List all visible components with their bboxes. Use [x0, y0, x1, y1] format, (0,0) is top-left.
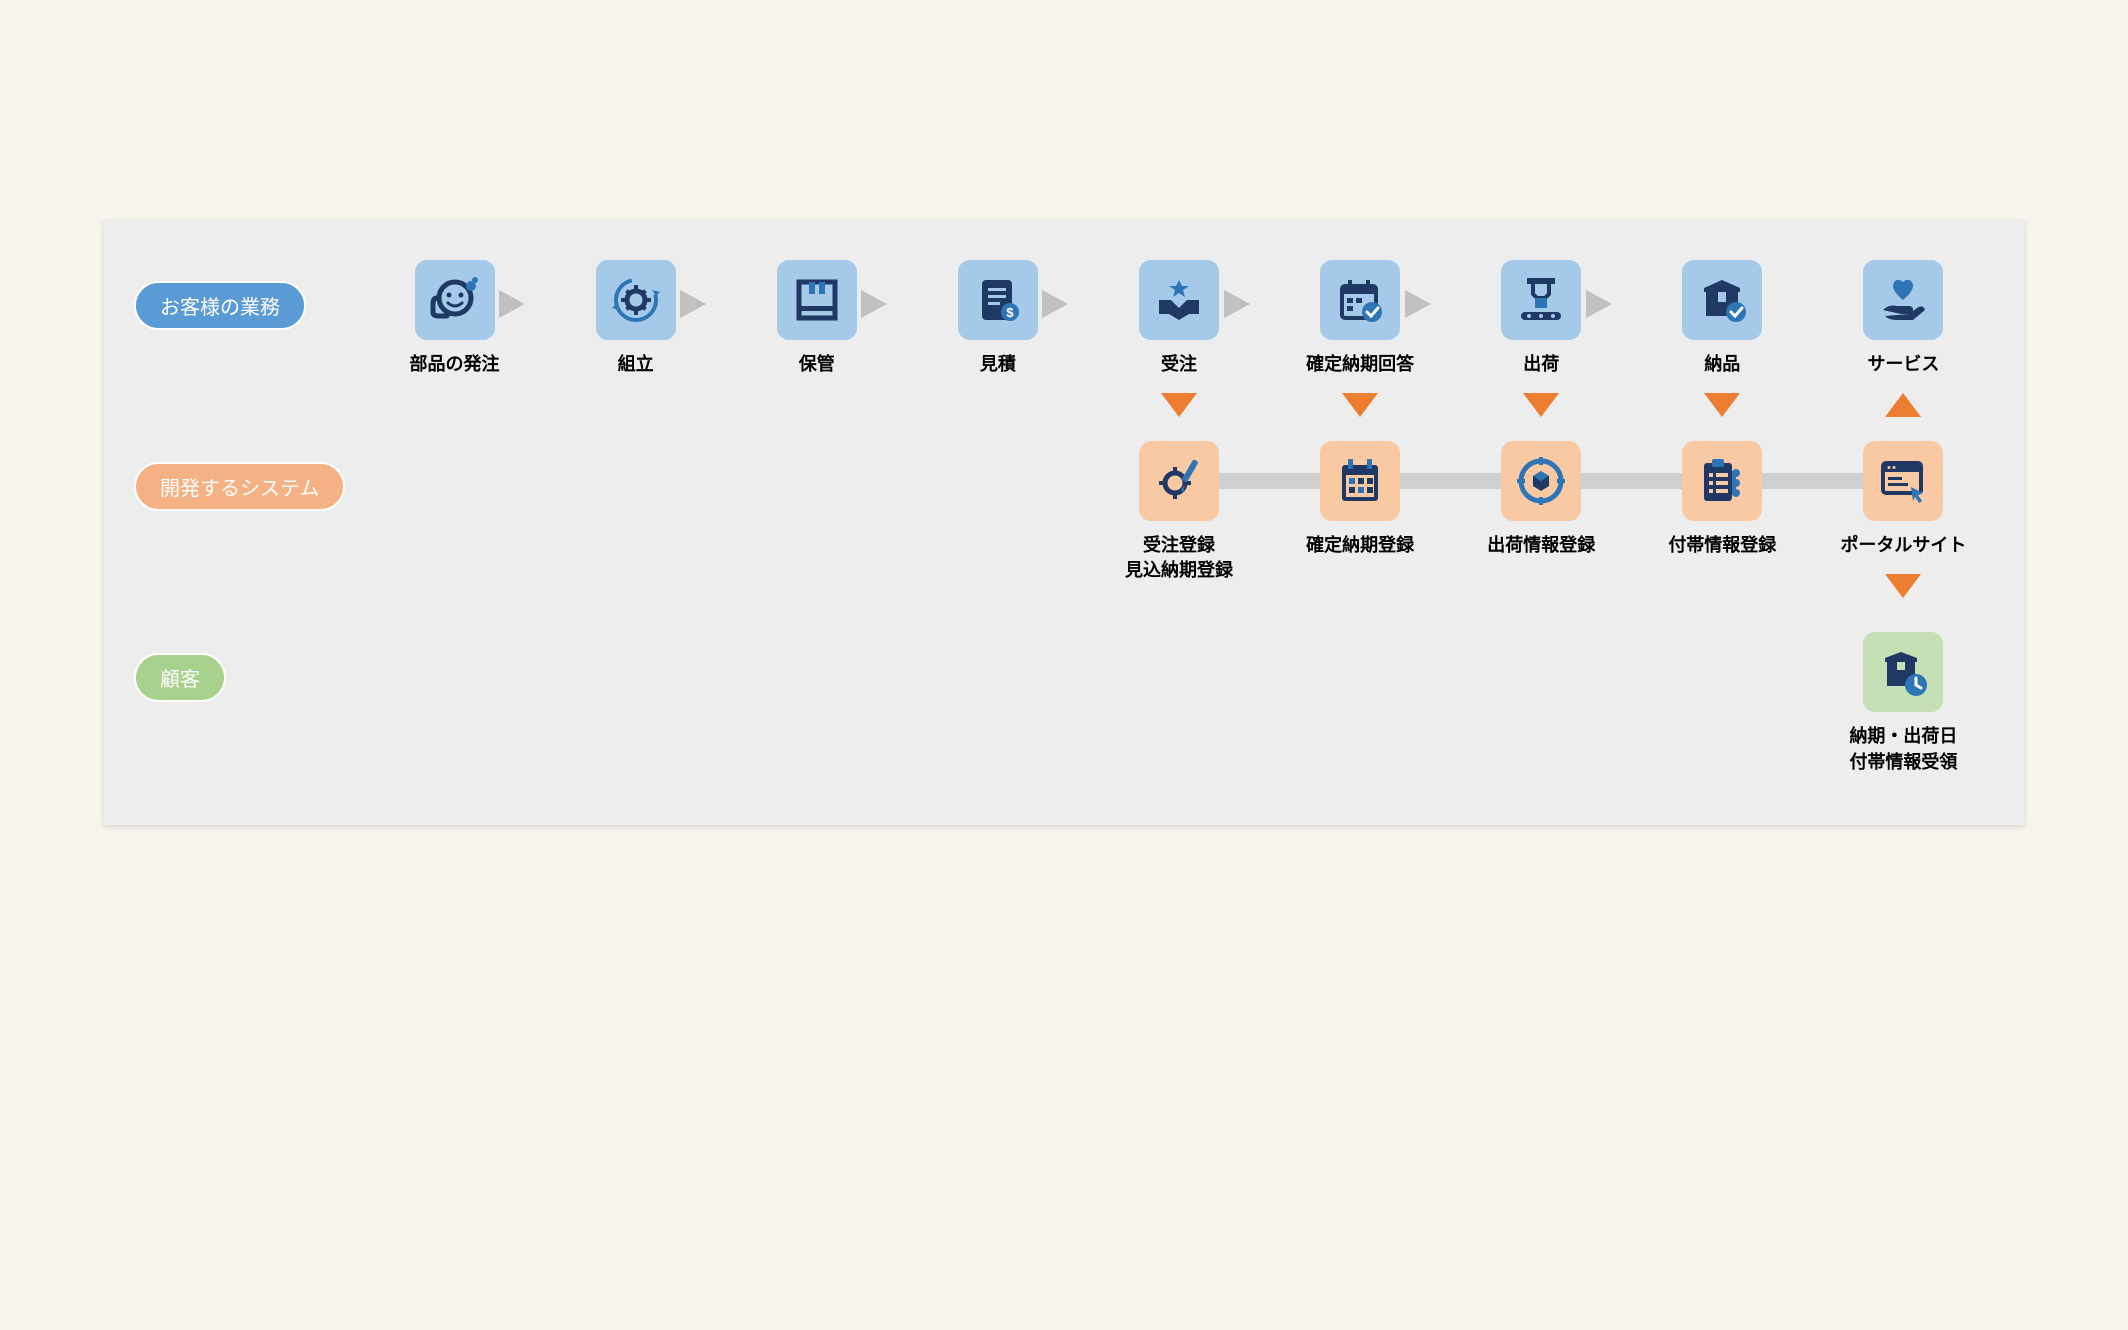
row-customer: 顧客 納期・出荷日 付帯情報受領: [134, 632, 1994, 774]
step-service: サービス: [1813, 260, 1994, 421]
browser-click-icon: [1863, 441, 1943, 521]
checklist-plus-icon: [1682, 441, 1762, 521]
arrow-up-icon: [1885, 393, 1921, 417]
arrow-down-icon: [1885, 574, 1921, 598]
support-icon: [415, 260, 495, 340]
gear-pencil-icon: [1139, 441, 1219, 521]
arrow-right-icon: [1224, 290, 1250, 318]
step-label: 納品: [1704, 352, 1740, 377]
row-customer-business: お客様の業務 部品の発注 組立 保管 $: [134, 260, 1994, 421]
svg-text:$: $: [1006, 305, 1014, 320]
target-box-icon: [1501, 441, 1581, 521]
row-label-customer: 顧客: [134, 653, 226, 702]
step-label: 部品の発注: [410, 352, 500, 377]
row-label-business: お客様の業務: [134, 281, 306, 330]
arrow-right-icon: [499, 290, 525, 318]
invoice-icon: $: [958, 260, 1038, 340]
sys-order-reg: 受注登録 見込納期登録: [1088, 441, 1269, 583]
step-delivery-confirm: 確定納期回答: [1270, 260, 1451, 421]
step-label: ポータルサイト: [1840, 533, 1966, 558]
arrow-right-icon: [1405, 290, 1431, 318]
arrow-down-icon: [1704, 393, 1740, 417]
step-assembly: 組立: [545, 260, 726, 377]
arrow-down-icon: [1342, 393, 1378, 417]
sys-delivery-reg: 確定納期登録: [1270, 441, 1451, 558]
step-storage: 保管: [726, 260, 907, 377]
step-order: 受注: [1088, 260, 1269, 421]
arrow-down-icon: [1161, 393, 1197, 417]
step-label: 出荷: [1523, 352, 1559, 377]
arrow-down-icon: [1523, 393, 1559, 417]
calendar-boxes-icon: [1320, 441, 1400, 521]
step-estimate: $ 見積: [907, 260, 1088, 377]
step-label: 保管: [799, 352, 835, 377]
row-system: 開発するシステム 受注登録 見込納期登録 確定納期登録 出荷情報登録: [134, 441, 1994, 602]
handshake-icon: [1139, 260, 1219, 340]
step-label: 確定納期回答: [1306, 352, 1414, 377]
customer-receive: 納期・出荷日 付帯情報受領: [1813, 632, 1994, 774]
step-label: 受注: [1161, 352, 1197, 377]
step-label: 確定納期登録: [1306, 533, 1414, 558]
step-label: 出荷情報登録: [1487, 533, 1595, 558]
step-label: 受注登録 見込納期登録: [1125, 533, 1233, 583]
process-diagram: お客様の業務 部品の発注 組立 保管 $: [104, 220, 2024, 825]
step-label: サービス: [1867, 352, 1939, 377]
arrow-right-icon: [1042, 290, 1068, 318]
care-icon: [1863, 260, 1943, 340]
conveyor-icon: [1501, 260, 1581, 340]
step-parts-order: 部品の発注: [364, 260, 545, 377]
calendar-check-icon: [1320, 260, 1400, 340]
arrow-right-icon: [861, 290, 887, 318]
arrow-right-icon: [1586, 290, 1612, 318]
sys-aux-reg: 付帯情報登録: [1632, 441, 1813, 558]
step-deliver: 納品: [1632, 260, 1813, 421]
sys-portal: ポータルサイト: [1813, 441, 1994, 602]
row-label-system: 開発するシステム: [134, 462, 345, 511]
warehouse-icon: [777, 260, 857, 340]
sys-ship-reg: 出荷情報登録: [1451, 441, 1632, 558]
box-check-icon: [1682, 260, 1762, 340]
gear-cycle-icon: [596, 260, 676, 340]
step-label: 見積: [980, 352, 1016, 377]
package-clock-icon: [1863, 632, 1943, 712]
step-label: 付帯情報登録: [1668, 533, 1776, 558]
arrow-right-icon: [680, 290, 706, 318]
step-ship: 出荷: [1451, 260, 1632, 421]
step-label: 納期・出荷日 付帯情報受領: [1849, 724, 1957, 774]
step-label: 組立: [618, 352, 654, 377]
